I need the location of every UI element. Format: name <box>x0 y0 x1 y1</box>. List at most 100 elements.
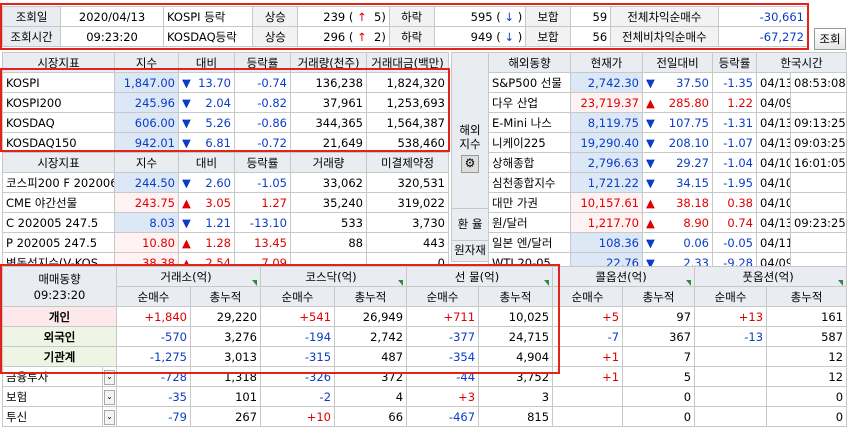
net-buy-value: -315 <box>260 346 336 367</box>
net-buy-value: +3 <box>406 386 480 407</box>
net-buy-value: +13 <box>694 306 768 327</box>
investor-name: 개인 <box>2 306 117 327</box>
col-header: 시장지표 <box>2 52 115 73</box>
cumulative-value: 0 <box>622 386 696 407</box>
table-row[interactable]: 상해종합 2,796.63 ▼ 29.27 -1.04 04/10 16:01:0… <box>488 152 848 173</box>
deriv-change: ▲ 3.05 <box>178 192 235 213</box>
up-count: 296 ( ↑ 2) <box>297 26 390 47</box>
up-label: 상승 <box>252 26 299 47</box>
world-date: 04/11 <box>756 232 791 253</box>
time-label: 조회시간 <box>1 26 62 47</box>
table-row[interactable]: 금융투자 ⌄ -728 1,318 -326 372 -44 3,752 +1 5 12 <box>2 366 848 387</box>
world-price: 19,290.40 <box>570 132 643 153</box>
index-value: 606.00 <box>114 112 179 133</box>
table-row[interactable]: 다우 산업 23,719.37 ▲ 285.80 1.22 04/09 <box>488 92 848 113</box>
col-header: 거래량 <box>290 152 367 173</box>
sub-header: 총누적 <box>189 286 262 307</box>
table-row[interactable]: 일본 엔/달러 108.36 ▼ 0.06 -0.05 04/11 <box>488 232 848 253</box>
table-row[interactable]: KOSDAQ150 942.01 ▼ 6.81 -0.72 21,649 538,… <box>2 132 449 153</box>
world-change: ▼ 208.10 <box>642 132 713 153</box>
world-date: 04/09 <box>756 92 791 113</box>
col-header: 시장지표 <box>2 152 115 173</box>
table-row[interactable]: P 202005 247.5 10.80 ▲ 1.28 13.45 88 443 <box>2 232 449 253</box>
deriv-open-interest: 319,022 <box>366 192 449 213</box>
table-row[interactable]: 기관계 -1,275 3,013 -315 487 -354 4,904 +1 7 12 <box>2 346 848 367</box>
gear-icon[interactable]: ⚙ <box>461 155 479 173</box>
table-row[interactable]: 심천종합지수 1,721.22 ▼ 34.15 -1.95 04/10 <box>488 172 848 193</box>
table-row[interactable]: 원/달러 1,217.70 ▲ 8.90 0.74 04/13 09:23:25 <box>488 212 848 233</box>
group-header: 콜옵션(억) <box>552 266 696 287</box>
flat-count: 56 <box>569 26 612 47</box>
cumulative-value: 12 <box>766 366 848 387</box>
world-change: ▼ 34.15 <box>642 172 713 193</box>
col-header: 대비 <box>178 52 235 73</box>
down-label: 하락 <box>388 6 435 27</box>
cumulative-value: 97 <box>622 306 696 327</box>
table-row[interactable]: 외국인 -570 3,276 -194 2,742 -377 24,715 -7 367 -13 5… <box>2 326 848 347</box>
index-amount: 538,460 <box>366 132 449 153</box>
table-row[interactable]: E-Mini 나스 8,119.75 ▼ 107.75 -1.31 04/13 0… <box>488 112 848 133</box>
table-row[interactable]: KOSPI 1,847.00 ▼ 13.70 -0.74 136,238 1,82… <box>2 72 449 93</box>
index-rate: -0.74 <box>234 72 291 93</box>
table-row[interactable]: 대만 가권 10,157.61 ▲ 38.18 0.38 04/10 <box>488 192 848 213</box>
world-rate: 0.38 <box>712 192 757 213</box>
world-time: 09:13:25 <box>789 112 848 133</box>
table-row[interactable]: C 202005 247.5 8.03 ▼ 1.21 -13.10 533 3,7… <box>2 212 449 233</box>
table-row[interactable]: 투신 ⌄ -79 267 +10 66 -467 815 0 0 <box>2 406 848 427</box>
net-buy-value <box>694 366 768 387</box>
world-rate: -1.04 <box>712 152 757 173</box>
table-row[interactable]: KOSPI200 245.96 ▼ 2.04 -0.82 37,961 1,253… <box>2 92 449 113</box>
net-buy-value: -13 <box>694 326 768 347</box>
col-header: 등락률 <box>712 52 757 73</box>
sub-header: 총누적 <box>478 286 554 307</box>
chevron-down-icon[interactable]: ⌄ <box>104 390 115 405</box>
chevron-down-icon[interactable]: ⌄ <box>104 410 115 425</box>
cumulative-value: 3,013 <box>189 346 262 367</box>
table-row[interactable]: KOSDAQ 606.00 ▼ 5.26 -0.86 344,365 1,564,… <box>2 112 449 133</box>
world-price: 1,721.22 <box>570 172 643 193</box>
world-time <box>789 92 848 113</box>
investor-dropdown[interactable]: ⌄ <box>102 406 117 427</box>
query-button[interactable]: 조회 <box>814 28 846 50</box>
up-count: 239 ( ↑ 5) <box>297 6 390 27</box>
deriv-rate: 1.27 <box>234 192 291 213</box>
investor-dropdown[interactable]: ⌄ <box>102 366 117 387</box>
investor-dropdown[interactable]: ⌄ <box>102 386 117 407</box>
world-rate: -1.35 <box>712 72 757 93</box>
date-value: 2020/04/13 <box>60 6 164 27</box>
deriv-name: C 202005 247.5 <box>2 212 115 233</box>
cumulative-value: 161 <box>766 306 848 327</box>
market-name: KOSPI 등락 <box>162 6 254 27</box>
net-buy-value: +711 <box>406 306 480 327</box>
world-name: 심천종합지수 <box>488 172 571 193</box>
table-row[interactable]: 니케이225 19,290.40 ▼ 208.10 -1.07 04/13 09:… <box>488 132 848 153</box>
cumulative-value: 12 <box>766 346 848 367</box>
table-row[interactable]: 코스피200 F 202006 244.50 ▼ 2.60 -1.05 33,06… <box>2 172 449 193</box>
table-row[interactable]: S&P500 선물 2,742.30 ▼ 37.50 -1.35 04/13 08… <box>488 72 848 93</box>
world-name: 원/달러 <box>488 212 571 233</box>
deriv-open-interest: 443 <box>366 232 449 253</box>
deriv-open-interest: 320,531 <box>366 172 449 193</box>
world-price: 23,719.37 <box>570 92 643 113</box>
chevron-down-icon[interactable]: ⌄ <box>104 370 115 385</box>
col-header: 거래량(천주) <box>290 52 367 73</box>
world-date: 04/10 <box>756 172 791 193</box>
table-row[interactable]: 보험 ⌄ -35 101 -2 4 +3 3 0 0 <box>2 386 848 407</box>
world-price: 2,796.63 <box>570 152 643 173</box>
index-volume: 21,649 <box>290 132 367 153</box>
cumulative-value: 29,220 <box>189 306 262 327</box>
cumulative-value: 0 <box>766 406 848 427</box>
deriv-value: 243.75 <box>114 192 179 213</box>
investor-flow-table: 매매동향 09:23:20 거래소(억) 코스닥(억) 선 물(억) 콜옵션(억… <box>2 266 848 427</box>
net-buy-value: -377 <box>406 326 480 347</box>
col-header: 지수 <box>114 52 179 73</box>
net-buy-value: -7 <box>552 326 624 347</box>
world-rate: -1.07 <box>712 132 757 153</box>
net-buy-value: -194 <box>260 326 336 347</box>
table-row[interactable]: 개인 +1,840 29,220 +541 26,949 +711 10,025 +5 97 +1… <box>2 306 848 327</box>
table-row[interactable]: CME 야간선물 243.75 ▲ 3.05 1.27 35,240 319,02… <box>2 192 449 213</box>
col-header: 현재가 <box>570 52 643 73</box>
flow-title-cell: 매매동향 09:23:20 <box>2 266 117 307</box>
world-price: 108.36 <box>570 232 643 253</box>
investor-name: 외국인 <box>2 326 117 347</box>
